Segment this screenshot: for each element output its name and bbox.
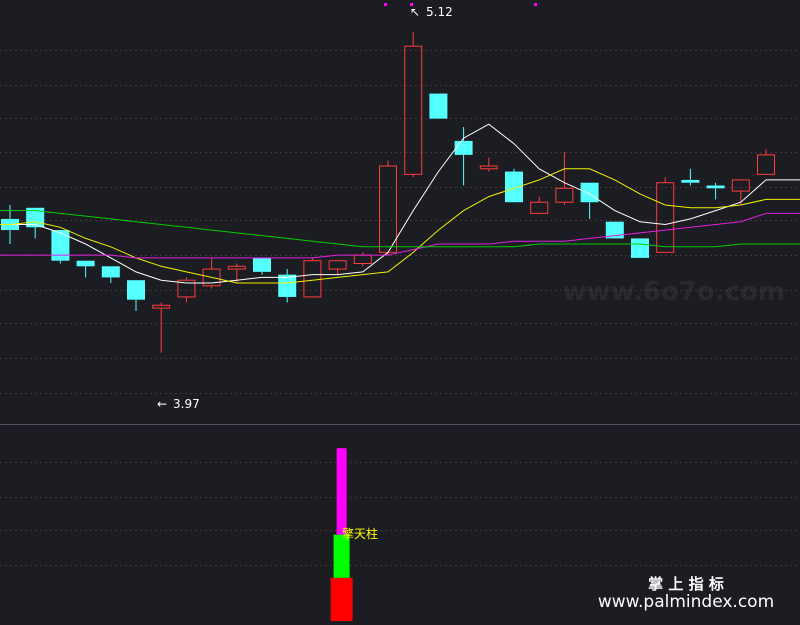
high-arrow: ↖ (410, 5, 420, 19)
top-marker (410, 3, 413, 6)
candle-body (127, 280, 145, 300)
low-arrow: ← (157, 397, 167, 411)
chart-background (0, 0, 800, 625)
candle-body (505, 171, 523, 203)
indicator-bar-segment (330, 577, 353, 621)
candle-body (101, 266, 120, 278)
candle-body (580, 182, 599, 203)
candle-body (706, 185, 725, 189)
top-marker (384, 3, 387, 6)
brand-url-watermark: www.palmindex.com (598, 592, 774, 612)
candle-body (454, 140, 473, 155)
candle-body (76, 260, 95, 267)
faint-watermark: www.6o7o.com (563, 277, 785, 307)
candle-body (278, 274, 297, 297)
indicator-bar-segment (336, 448, 347, 535)
top-marker (534, 3, 537, 6)
candle-body (429, 93, 448, 119)
low-price-label: 3.97 (173, 397, 200, 411)
high-price-label: 5.12 (426, 5, 453, 19)
candle-body (51, 230, 70, 261)
candle-body (681, 179, 700, 183)
indicator-label: 擎天柱 (342, 526, 378, 541)
indicator-bar-segment (333, 534, 350, 578)
candlestick-chart: www.6o7o.com ↖ 5.12 ← 3.97 擎天柱 掌 上 指 标 w… (0, 0, 800, 625)
candle-body (253, 257, 271, 272)
candle-body (631, 238, 649, 258)
brand-watermark: 掌 上 指 标 (648, 575, 724, 593)
